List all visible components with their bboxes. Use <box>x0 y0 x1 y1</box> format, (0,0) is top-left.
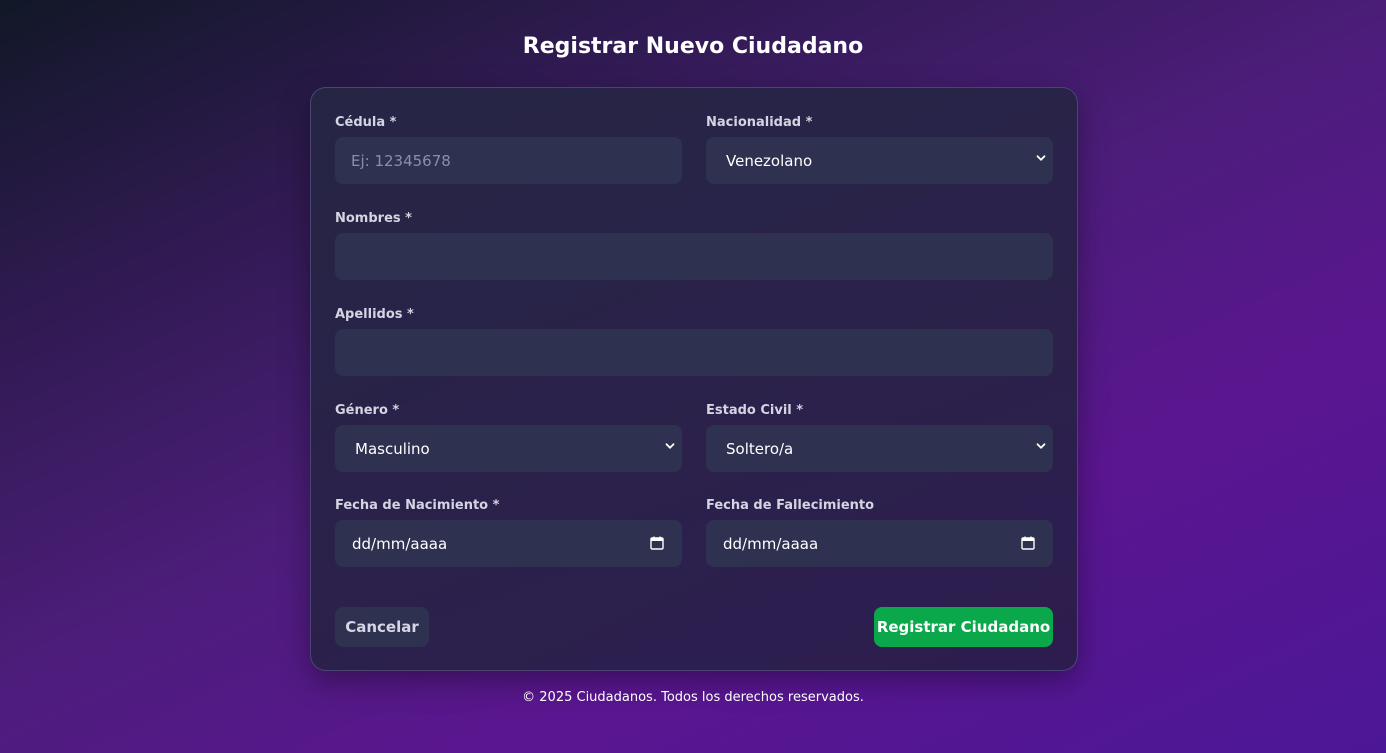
fecha-nacimiento-value: dd/mm/aaaa <box>352 534 448 553</box>
calendar-icon[interactable] <box>650 536 664 550</box>
fecha-fallecimiento-group: Fecha de Fallecimiento dd/mm/aaaa <box>706 499 1053 567</box>
cedula-group: Cédula * Ej: 12345678 <box>335 116 682 184</box>
apellidos-group: Apellidos * <box>335 308 1053 376</box>
fecha-fallecimiento-input[interactable]: dd/mm/aaaa <box>706 520 1053 567</box>
estado-civil-select[interactable]: Soltero/a <box>706 425 1053 472</box>
genero-label: Género * <box>335 403 400 418</box>
cancel-button[interactable]: Cancelar <box>335 607 429 647</box>
nombres-label: Nombres * <box>335 211 412 226</box>
calendar-icon[interactable] <box>1021 536 1035 550</box>
cedula-label: Cédula * <box>335 115 397 130</box>
nombres-group: Nombres * <box>335 212 1053 280</box>
register-citizen-button[interactable]: Registrar Ciudadano <box>874 607 1053 647</box>
footer-copyright: © 2025 Ciudadanos. Todos los derechos re… <box>522 690 864 705</box>
estado-civil-value: Soltero/a <box>726 439 794 458</box>
cedula-input[interactable]: Ej: 12345678 <box>335 137 682 184</box>
nacionalidad-group: Nacionalidad * Venezolano <box>706 116 1053 184</box>
nacionalidad-label: Nacionalidad * <box>706 115 813 130</box>
chevron-down-icon <box>665 443 675 449</box>
chevron-down-icon <box>1036 155 1046 161</box>
nacionalidad-value: Venezolano <box>726 151 813 170</box>
fecha-nacimiento-input[interactable]: dd/mm/aaaa <box>335 520 682 567</box>
cedula-placeholder: Ej: 12345678 <box>351 151 451 170</box>
nacionalidad-select[interactable]: Venezolano <box>706 137 1053 184</box>
fecha-fallecimiento-value: dd/mm/aaaa <box>723 534 819 553</box>
apellidos-input[interactable] <box>335 329 1053 376</box>
page-title: Registrar Nuevo Ciudadano <box>522 34 864 59</box>
fecha-nacimiento-label: Fecha de Nacimiento * <box>335 498 500 513</box>
genero-value: Masculino <box>355 439 430 458</box>
apellidos-label: Apellidos * <box>335 307 414 322</box>
chevron-down-icon <box>1036 443 1046 449</box>
estado-civil-label: Estado Civil * <box>706 403 804 418</box>
nombres-input[interactable] <box>335 233 1053 280</box>
fecha-fallecimiento-label: Fecha de Fallecimiento <box>706 498 875 513</box>
estado-civil-group: Estado Civil * Soltero/a <box>706 404 1053 472</box>
fecha-nacimiento-group: Fecha de Nacimiento * dd/mm/aaaa <box>335 499 682 567</box>
genero-group: Género * Masculino <box>335 404 682 472</box>
genero-select[interactable]: Masculino <box>335 425 682 472</box>
registration-form-card: Cédula * Ej: 12345678 Nacionalidad * Ven… <box>310 87 1078 671</box>
